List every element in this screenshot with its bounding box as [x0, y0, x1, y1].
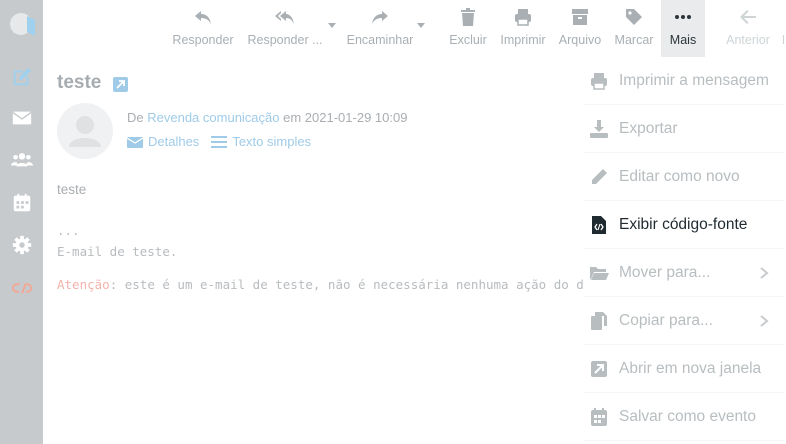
menu-item-open-new-window[interactable]: Abrir em nova janela	[583, 345, 784, 393]
copy-icon	[591, 311, 607, 330]
arrow-left-icon	[740, 10, 756, 24]
menu-item-save-as-event[interactable]: Salvar como evento	[583, 393, 784, 441]
print-icon	[591, 72, 607, 90]
menu-item-export[interactable]: Exportar	[583, 105, 784, 153]
menu-item-label: Copiar para...	[619, 311, 713, 329]
reply-icon	[195, 11, 211, 24]
menu-item-label: Abrir em nova janela	[619, 359, 762, 377]
chevron-right-icon	[760, 267, 769, 279]
next-button[interactable]: I	[781, 0, 786, 57]
reply-all-label: Responder ...	[247, 33, 323, 47]
message-toolbar: Responder Responder ... Encaminhar Exclu…	[43, 0, 786, 57]
plain-text-link[interactable]: Texto simples	[211, 134, 311, 149]
menu-item-view-source[interactable]: Exibir código-fonte	[583, 201, 784, 249]
forward-dropdown-icon[interactable]	[417, 23, 425, 28]
reply-label: Responder	[172, 33, 234, 47]
gear-icon	[12, 235, 31, 255]
mark-button[interactable]: Marcar	[610, 0, 658, 57]
folder-open-icon	[590, 266, 609, 280]
menu-item-label: Exportar	[619, 119, 678, 137]
mail-app: Responder Responder ... Encaminhar Exclu…	[0, 0, 786, 444]
more-button[interactable]: Mais	[661, 0, 705, 57]
reply-all-dropdown-icon[interactable]	[328, 23, 336, 28]
forward-icon	[372, 11, 388, 24]
external-window-icon	[591, 360, 607, 377]
warning-label: Atenção	[57, 277, 110, 292]
lines-icon	[211, 135, 228, 148]
plain-text-label: Texto simples	[232, 134, 312, 149]
previous-label: Anterior	[726, 33, 770, 47]
reply-all-button[interactable]: Responder ...	[242, 0, 328, 57]
delete-button[interactable]: Excluir	[446, 0, 490, 57]
message-view: teste De Revenda comunicação em 2021-01-…	[43, 57, 614, 444]
menu-item-edit-as-new[interactable]: Editar como novo	[583, 153, 784, 201]
body-description: E-mail de teste.	[57, 244, 178, 259]
forward-button[interactable]: Encaminhar	[341, 0, 419, 57]
print-label: Imprimir	[500, 33, 546, 47]
nav-mail[interactable]	[0, 98, 43, 138]
archive-label: Arquivo	[558, 33, 602, 47]
details-link[interactable]: Detalhes	[127, 134, 199, 149]
nav-contacts[interactable]	[0, 140, 43, 180]
nav-rail	[0, 0, 43, 444]
menu-item-move-to[interactable]: Mover para...	[583, 249, 784, 297]
envelope-icon	[127, 136, 143, 148]
calendar-icon	[591, 407, 607, 426]
body-warning: Atenção: este é um e-mail de teste, não …	[57, 277, 614, 292]
nav-compose[interactable]	[0, 57, 43, 97]
menu-item-label: Imprimir a mensagem	[619, 71, 769, 89]
nav-calendar[interactable]	[0, 183, 43, 223]
compose-icon	[13, 67, 31, 86]
menu-item-label: Exibir código-fonte	[619, 215, 748, 233]
sender-link[interactable]: Revenda comunicação	[147, 110, 279, 125]
archive-button[interactable]: Arquivo	[555, 0, 605, 57]
warning-text: : este é um e-mail de teste, não é neces…	[109, 277, 614, 292]
forward-label: Encaminhar	[346, 33, 414, 47]
more-menu: Imprimir a mensagem Exportar Editar como…	[583, 57, 786, 444]
menu-item-copy-to[interactable]: Copiar para...	[583, 297, 784, 345]
chevron-right-icon	[760, 315, 769, 327]
avatar	[57, 103, 113, 159]
message-date: em 2021-01-29 10:09	[283, 110, 408, 125]
menu-item-label: Editar como novo	[619, 167, 740, 185]
users-icon	[10, 153, 33, 167]
header-links: Detalhes Texto simples	[127, 134, 323, 149]
calendar-icon	[13, 193, 30, 212]
message-subject: teste	[57, 72, 102, 93]
user-placeholder-icon	[69, 116, 101, 147]
reply-button[interactable]: Responder	[168, 0, 238, 57]
envelope-icon	[11, 111, 32, 125]
menu-item-label: Mover para...	[619, 263, 711, 281]
pencil-icon	[592, 168, 607, 184]
print-button[interactable]: Imprimir	[496, 0, 550, 57]
message-body-first-line: teste	[57, 182, 87, 197]
nav-settings[interactable]	[0, 225, 43, 265]
body-ellipsis: ...	[57, 223, 80, 238]
mark-label: Marcar	[614, 33, 654, 47]
trash-icon	[461, 8, 475, 26]
nav-cpanel[interactable]	[0, 268, 43, 308]
menu-item-print-message[interactable]: Imprimir a mensagem	[583, 57, 784, 105]
previous-button[interactable]: Anterior	[719, 0, 777, 57]
more-label: Mais	[669, 33, 697, 47]
next-label: I	[781, 33, 786, 47]
tag-icon	[626, 9, 642, 25]
app-logo-icon[interactable]	[9, 12, 35, 38]
download-icon	[590, 119, 608, 138]
reply-all-icon	[275, 11, 294, 24]
cpanel-icon	[11, 283, 32, 294]
more-dots-icon	[675, 15, 691, 19]
file-code-icon	[592, 215, 606, 234]
archive-icon	[572, 9, 588, 25]
message-from-line: De Revenda comunicação em 2021-01-29 10:…	[127, 110, 407, 125]
delete-label: Excluir	[449, 33, 487, 47]
printer-icon	[515, 9, 531, 26]
from-prefix: De	[127, 110, 144, 125]
details-label: Detalhes	[148, 134, 200, 149]
open-external-icon[interactable]	[113, 77, 128, 92]
menu-item-label: Salvar como evento	[619, 407, 756, 425]
